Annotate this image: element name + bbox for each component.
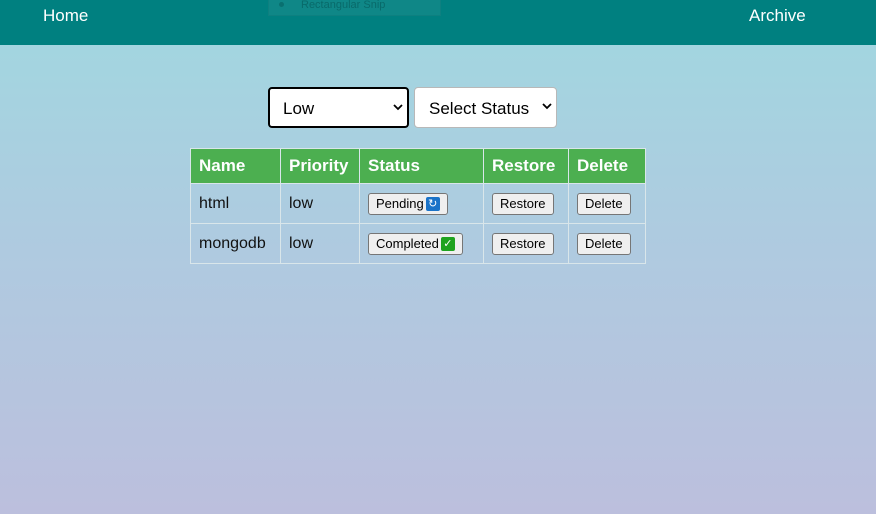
status-toggle-button[interactable]: Pending ↻ xyxy=(368,192,448,215)
delete-button[interactable]: Delete xyxy=(577,232,631,255)
cell-status: Pending ↻ xyxy=(359,183,484,224)
header-name: Name xyxy=(190,148,281,184)
cell-restore: Restore xyxy=(483,223,569,264)
cell-priority: low xyxy=(280,183,360,224)
top-navbar: Home Rectangular Snip Archive xyxy=(0,0,876,45)
status-select[interactable]: Select Status xyxy=(414,87,557,128)
nav-home-link[interactable]: Home xyxy=(43,6,88,26)
cell-priority: low xyxy=(280,223,360,264)
table-header-row: Name Priority Status Restore Delete xyxy=(190,148,646,184)
table-row: mongodb low Completed ✓ Restore Delete xyxy=(190,223,646,264)
priority-select-value: Low xyxy=(283,99,315,118)
header-restore: Restore xyxy=(483,148,569,184)
tasks-table: Name Priority Status Restore Delete html… xyxy=(190,148,646,264)
priority-select[interactable]: Low xyxy=(268,87,409,128)
status-select-value: Select Status xyxy=(429,99,530,118)
restore-button[interactable]: Restore xyxy=(492,192,554,215)
chevron-down-icon xyxy=(542,103,552,110)
snip-overlay: Rectangular Snip xyxy=(268,0,441,16)
restore-button[interactable]: Restore xyxy=(492,232,554,255)
check-icon: ✓ xyxy=(440,236,455,251)
table-row: html low Pending ↻ Restore Delete xyxy=(190,183,646,224)
snip-dot-icon xyxy=(279,2,284,7)
header-delete: Delete xyxy=(568,148,646,184)
snip-label: Rectangular Snip xyxy=(301,0,386,11)
header-priority: Priority xyxy=(280,148,360,184)
cell-status: Completed ✓ xyxy=(359,223,484,264)
status-toggle-button[interactable]: Completed ✓ xyxy=(368,232,463,255)
status-label: Pending xyxy=(376,196,424,211)
refresh-icon: ↻ xyxy=(425,196,440,211)
cell-restore: Restore xyxy=(483,183,569,224)
nav-archive-link[interactable]: Archive xyxy=(749,6,806,26)
delete-button[interactable]: Delete xyxy=(577,192,631,215)
cell-delete: Delete xyxy=(568,223,646,264)
cell-name: html xyxy=(190,183,281,224)
cell-delete: Delete xyxy=(568,183,646,224)
chevron-down-icon xyxy=(393,104,403,111)
status-label: Completed xyxy=(376,236,439,251)
header-status: Status xyxy=(359,148,484,184)
cell-name: mongodb xyxy=(190,223,281,264)
